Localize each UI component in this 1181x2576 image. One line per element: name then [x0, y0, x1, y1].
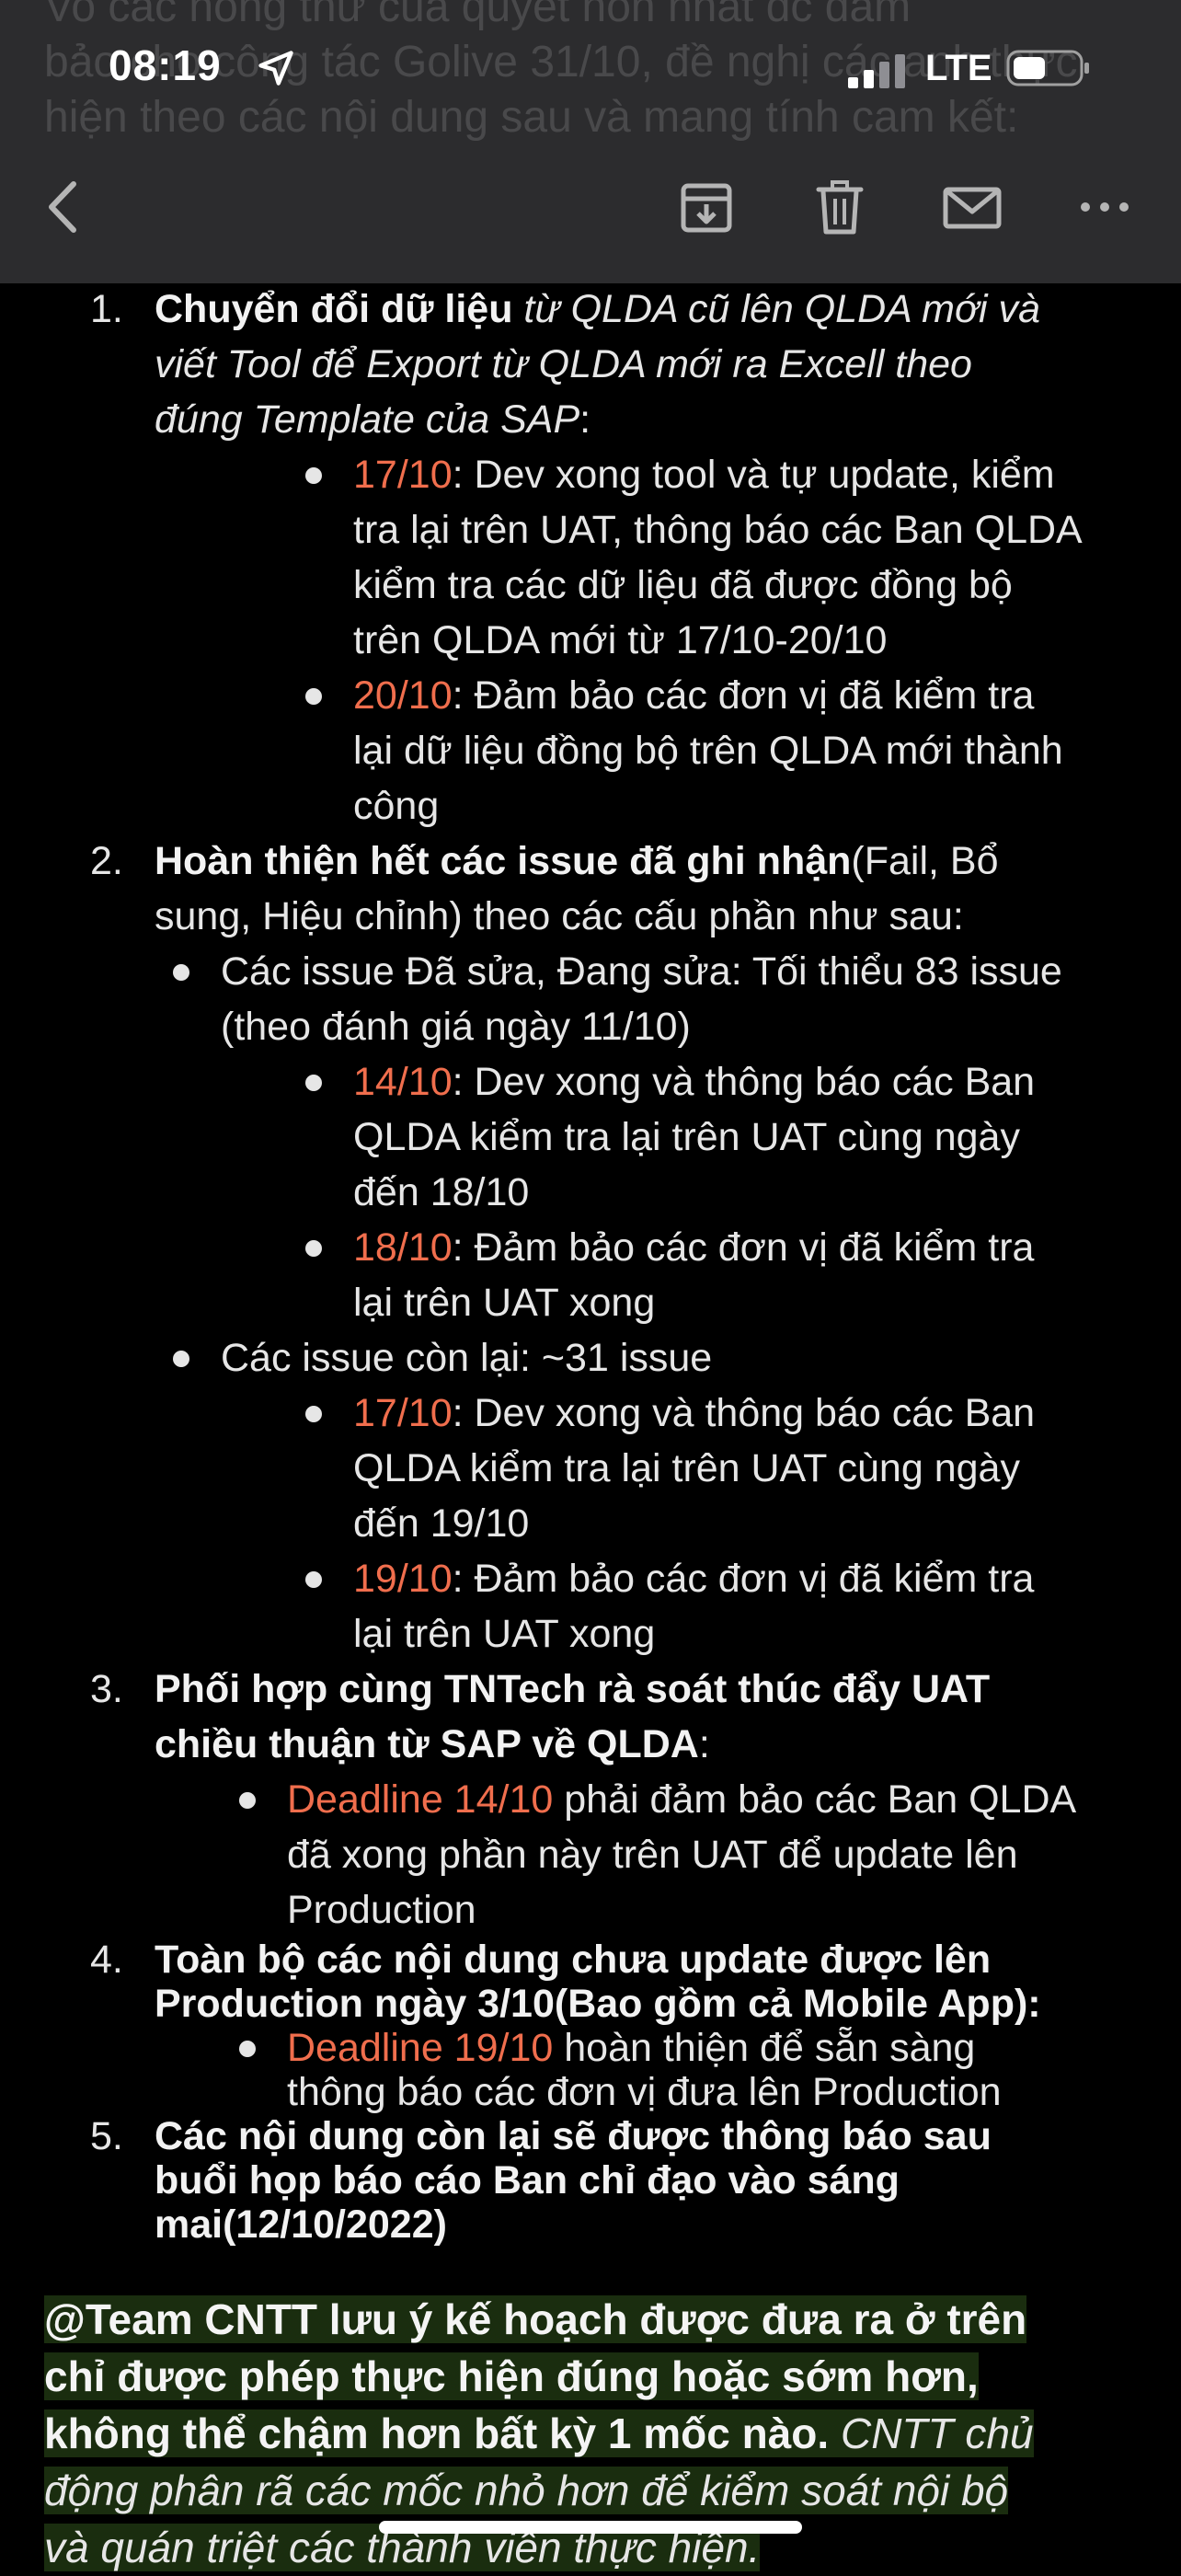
- bullet-line: đến 19/10: [353, 1501, 530, 1546]
- note-italic: CNTT chủ: [829, 2409, 1034, 2457]
- bullet-line: đã xong phần này trên UAT để update lên: [287, 1833, 1018, 1877]
- deadline-date: Deadline 19/10: [287, 2026, 554, 2070]
- home-indicator[interactable]: [379, 2521, 802, 2534]
- note-line: chỉ được phép thực hiện đúng hoặc sớm hơ…: [44, 2348, 1148, 2405]
- note-line: @Team CNTT lưu ý kế hoạch được đưa ra ở …: [44, 2291, 1148, 2348]
- bullet-line: lại trên UAT xong: [353, 1612, 656, 1656]
- heading-line: chiều thuận từ SAP về QLDA:: [155, 1717, 710, 1772]
- heading-bold: chiều thuận từ SAP về QLDA: [155, 1722, 699, 1766]
- ghost-line: Vo các nông thứ của quyết hon nhất đc đả…: [44, 0, 912, 31]
- heading-line: sung, Hiệu chỉnh) theo các cấu phần như …: [155, 894, 964, 938]
- note-bold: @Team CNTT lưu ý kế hoạch được đưa ra ở …: [44, 2295, 1027, 2343]
- deadline-date: 20/10: [353, 673, 453, 718]
- bullet: [173, 964, 189, 981]
- item-number: 3.: [90, 1667, 123, 1711]
- heading-bold: Chuyển đổi dữ liệu: [155, 287, 513, 331]
- archive-icon[interactable]: [674, 175, 739, 239]
- bullet-line: thông báo các đơn vị đưa lên Production: [287, 2070, 1002, 2114]
- heading-bold: mai(12/10/2022): [155, 2202, 447, 2247]
- bullet: [305, 1075, 322, 1091]
- deadline-date: 17/10: [353, 453, 453, 497]
- item-heading: Chuyển đổi dữ liệu từ QLDA cũ lên QLDA m…: [155, 282, 1157, 337]
- bullet-text: : Dev xong tool và tự update, kiểm: [452, 453, 1055, 497]
- bullet-line: Production: [287, 1888, 476, 1932]
- ellipsis-more-icon[interactable]: [1072, 175, 1137, 239]
- deadline-date: 19/10: [353, 1557, 453, 1601]
- item-number: 4.: [90, 1938, 123, 1982]
- ghost-line: hiện theo các nội dung sau và mang tính …: [44, 93, 1019, 142]
- deadline-date: 18/10: [353, 1225, 453, 1270]
- bullet-line: 20/10: Đảm bảo các đơn vị đã kiểm tra: [353, 668, 1034, 723]
- bullet-line: 19/10: Đảm bảo các đơn vị đã kiểm tra: [353, 1551, 1034, 1606]
- back-chevron-icon[interactable]: [31, 175, 96, 239]
- bullet-line: kiểm tra các dữ liệu đã được đồng bộ: [353, 563, 1013, 607]
- heading-line: đúng Template của SAP:: [155, 392, 590, 447]
- heading-italic-line: viết Tool để Export từ QLDA mới ra Excel…: [155, 342, 972, 386]
- bullet-line: công: [353, 784, 440, 828]
- bullet: [305, 1406, 322, 1422]
- heading-bold: Hoàn thiện hết các issue đã ghi nhận: [155, 839, 852, 883]
- heading-bold: Phối hợp cùng TNTech rà soát thúc đẩy UA…: [155, 1667, 991, 1711]
- status-time: 08:19: [109, 41, 222, 89]
- sub-bullet-line: Các issue Đã sửa, Đang sửa: Tối thiểu 83…: [221, 949, 1062, 994]
- location-arrow-icon: [258, 51, 293, 86]
- bullet-text: : Đảm bảo các đơn vị đã kiểm tra: [452, 1557, 1035, 1601]
- bullet-line: tra lại trên UAT, thông báo các Ban QLDA: [353, 508, 1083, 552]
- bullet-line: QLDA kiểm tra lại trên UAT cùng ngày: [353, 1446, 1020, 1490]
- heading-bold: Production ngày 3/10(Bao gồm cả Mobile A…: [155, 1982, 1041, 2026]
- bullet-text: hoàn thiện để sẵn sàng: [553, 2026, 976, 2070]
- bullet: [173, 1351, 189, 1367]
- note-italic: động phân rã các mốc nhỏ hơn để kiểm soá…: [44, 2467, 1009, 2514]
- sub-bullet-line: (theo đánh giá ngày 11/10): [221, 1005, 691, 1049]
- deadline-date: Deadline 14/10: [287, 1777, 554, 1822]
- bullet-text: : Dev xong và thông báo các Ban: [452, 1391, 1036, 1435]
- heading-italic: đúng Template của SAP: [155, 397, 580, 442]
- trash-icon[interactable]: [808, 175, 872, 239]
- note-line: không thể chậm hơn bất kỳ 1 mốc nào. CNT…: [44, 2405, 1148, 2462]
- bullet: [239, 2041, 256, 2057]
- bullet: [305, 1240, 322, 1257]
- bullet: [239, 1792, 256, 1809]
- deadline-date: 14/10: [353, 1060, 453, 1104]
- heading-text: (Fail, Bổ: [851, 839, 999, 883]
- note-line: động phân rã các mốc nhỏ hơn để kiểm soá…: [44, 2462, 1148, 2519]
- sub-bullet-line: Các issue còn lại: ~31 issue: [221, 1336, 713, 1380]
- bullet-text: : Đảm bảo các đơn vị đã kiểm tra: [452, 1225, 1035, 1270]
- bullet-text: phải đảm bảo các Ban QLDA: [553, 1777, 1077, 1822]
- colon: :: [698, 1722, 710, 1766]
- bullet-text: : Dev xong và thông báo các Ban: [452, 1060, 1036, 1104]
- bullet-line: Deadline 19/10 hoàn thiện để sẵn sàng: [287, 2026, 975, 2070]
- item-number: 1.: [90, 287, 123, 331]
- bullet: [305, 688, 322, 705]
- envelope-icon[interactable]: [940, 175, 1004, 239]
- network-type: LTE: [925, 48, 992, 88]
- bullet-text: : Đảm bảo các đơn vị đã kiểm tra: [452, 673, 1035, 718]
- bullet-line: đến 18/10: [353, 1170, 530, 1214]
- heading-bold: buổi họp báo cáo Ban chỉ đạo vào sáng: [155, 2158, 900, 2202]
- bullet-line: 18/10: Đảm bảo các đơn vị đã kiểm tra: [353, 1220, 1034, 1275]
- item-heading: Hoàn thiện hết các issue đã ghi nhận(Fai…: [155, 834, 1157, 889]
- cellular-signal-icon: [848, 54, 905, 88]
- item-number: 2.: [90, 839, 123, 883]
- note-bold: chỉ được phép thực hiện đúng hoặc sớm hơ…: [44, 2352, 979, 2400]
- bullet: [305, 467, 322, 484]
- heading-italic: từ QLDA cũ lên QLDA mới và: [512, 287, 1040, 331]
- note-bold: không thể chậm hơn bất kỳ 1 mốc nào.: [44, 2409, 830, 2457]
- deadline-date: 17/10: [353, 1391, 453, 1435]
- heading-bold: Toàn bộ các nội dung chưa update được lê…: [155, 1938, 992, 1982]
- bullet-line: trên QLDA mới từ 17/10-20/10: [353, 618, 888, 662]
- bullet-line: lại trên UAT xong: [353, 1281, 656, 1325]
- bullet-line: QLDA kiểm tra lại trên UAT cùng ngày: [353, 1115, 1020, 1159]
- battery-icon: [1006, 50, 1089, 86]
- colon: :: [579, 397, 591, 442]
- bullet-line: lại dữ liệu đồng bộ trên QLDA mới thành: [353, 729, 1063, 773]
- bullet-line: 17/10: Dev xong và thông báo các Ban: [353, 1386, 1035, 1441]
- bullet: [305, 1571, 322, 1588]
- bullet-line: 17/10: Dev xong tool và tự update, kiểm: [353, 447, 1055, 502]
- heading-bold: Các nội dung còn lại sẽ được thông báo s…: [155, 2114, 992, 2158]
- bullet-line: Deadline 14/10 phải đảm bảo các Ban QLDA: [287, 1772, 1076, 1827]
- item-number: 5.: [90, 2114, 123, 2158]
- top-chrome: Vo các nông thứ của quyết hon nhất đc đả…: [0, 0, 1181, 283]
- bullet-line: 14/10: Dev xong và thông báo các Ban: [353, 1054, 1035, 1110]
